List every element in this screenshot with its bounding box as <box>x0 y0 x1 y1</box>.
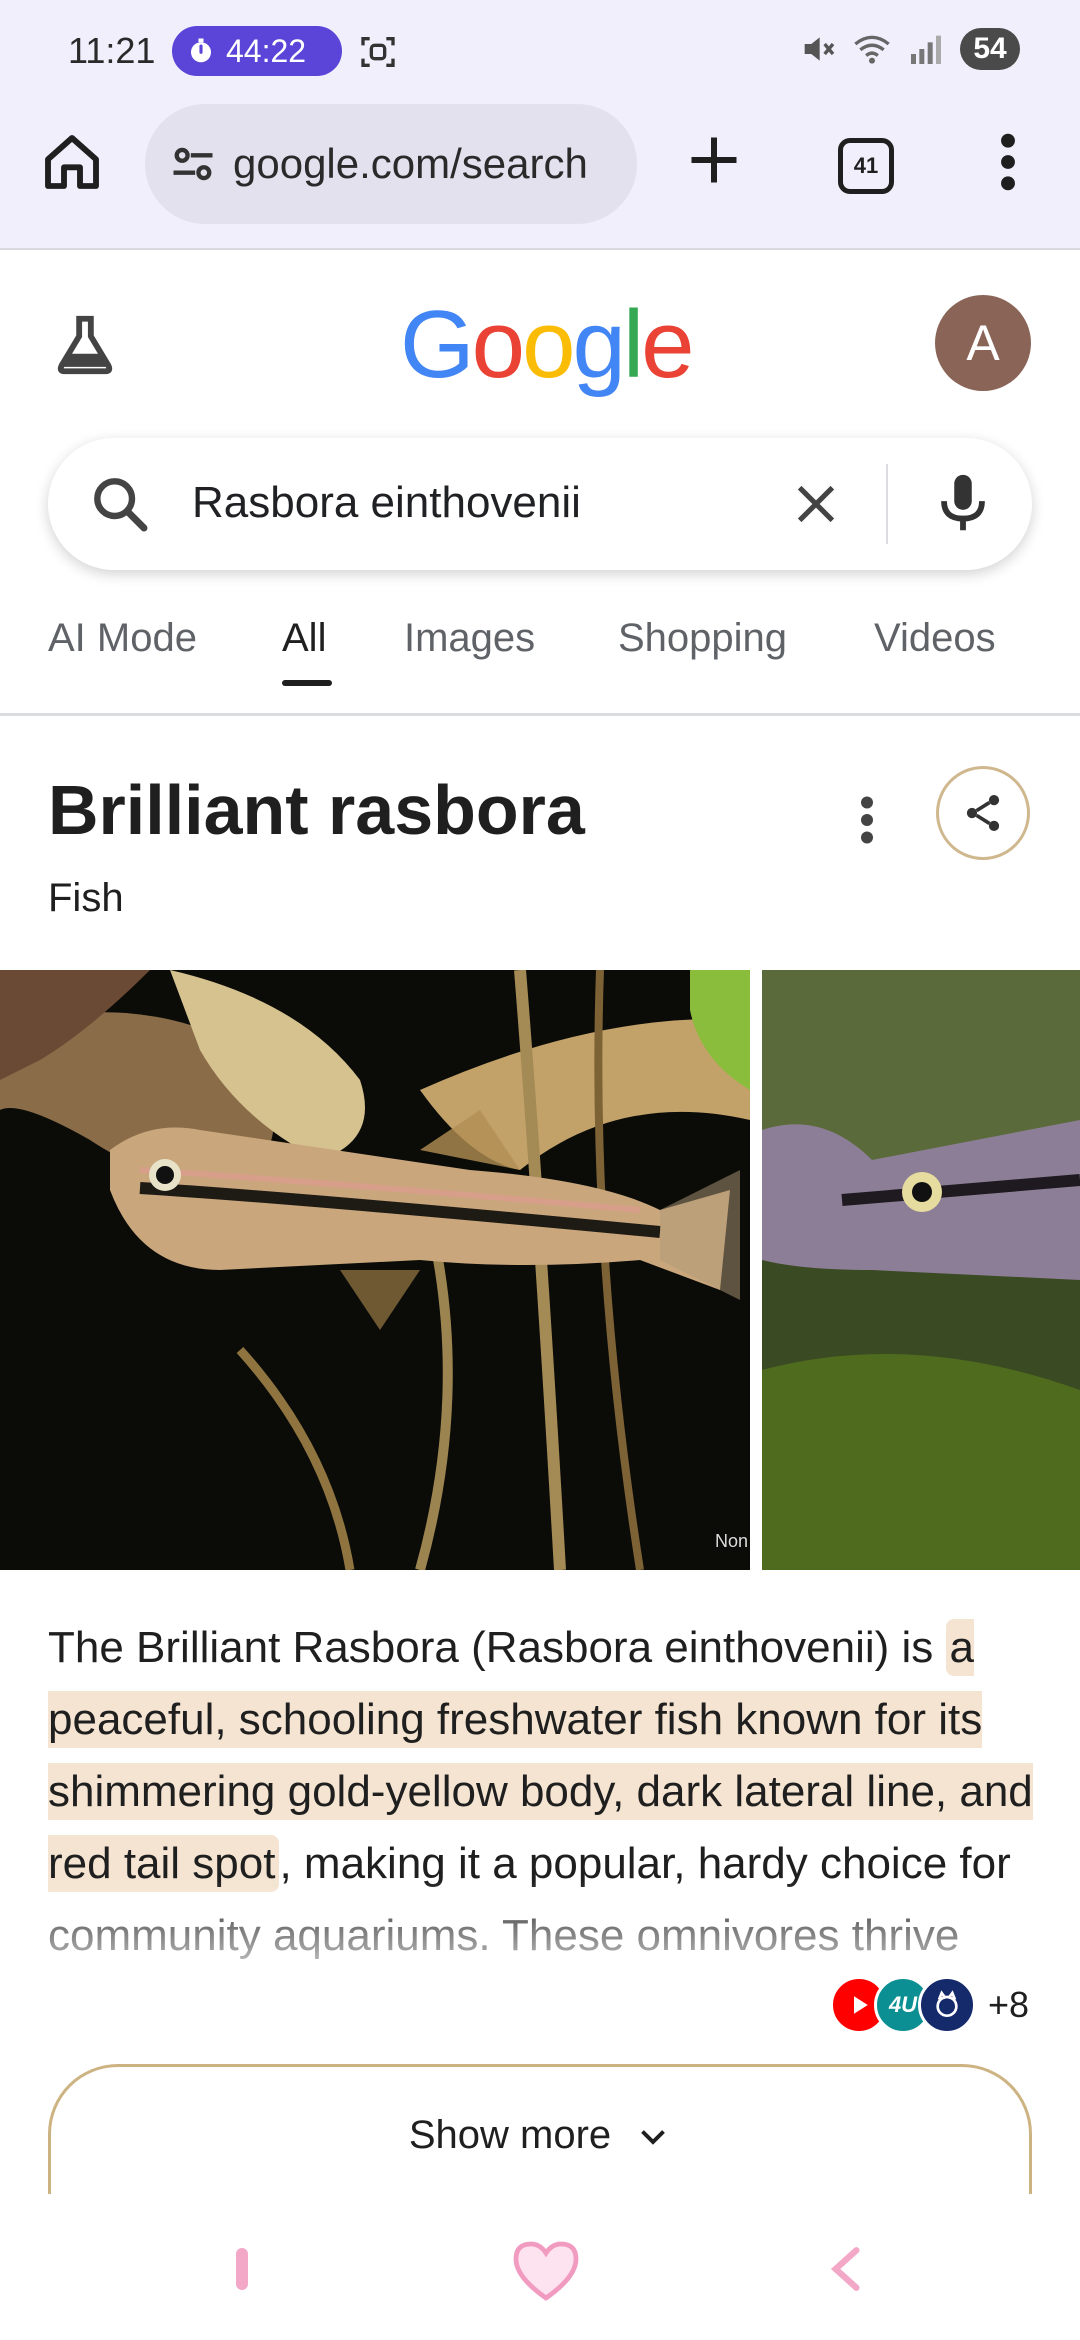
logo-letter: o <box>471 291 525 398</box>
google-header: Google A <box>0 250 1080 430</box>
search-divider <box>886 464 888 544</box>
search-icon[interactable] <box>88 472 152 536</box>
logo-letter: o <box>522 291 575 398</box>
new-tab-button[interactable] <box>684 130 744 190</box>
description-intro: The Brilliant Rasbora (Rasbora einthoven… <box>48 1623 946 1672</box>
timer-chip[interactable]: 44:22 <box>172 26 342 76</box>
knowledge-panel-subtitle: Fish <box>48 876 124 920</box>
system-icons: 54 <box>798 28 1020 70</box>
more-sources-count: +8 <box>988 1984 1030 2025</box>
status-time: 11:21 <box>68 30 156 71</box>
signal-icon <box>911 35 941 64</box>
share-icon <box>966 795 1000 831</box>
screen-record-icon <box>361 37 395 67</box>
account-avatar[interactable]: A <box>935 295 1031 391</box>
tab-videos[interactable]: Videos <box>874 616 996 661</box>
active-tab-indicator <box>282 680 332 686</box>
home-button[interactable] <box>40 130 104 194</box>
clear-search-icon[interactable] <box>788 476 844 532</box>
play-icon <box>854 1996 868 2014</box>
microphone-icon[interactable] <box>928 468 998 540</box>
chevron-down-icon <box>641 2129 666 2145</box>
education-icon <box>918 1976 976 2034</box>
logo-letter: l <box>622 291 644 398</box>
search-tabs: AI Mode All Images Shopping Videos <box>0 600 1080 716</box>
search-input[interactable]: Rasbora einthovenii <box>192 478 581 528</box>
source-icons[interactable]: 4U +8 <box>830 1976 1029 2034</box>
tab-all[interactable]: All <box>282 616 326 661</box>
share-button[interactable] <box>936 766 1030 860</box>
wifi-icon <box>854 35 890 64</box>
timer-value: 44:22 <box>226 32 307 69</box>
more-menu-icon[interactable] <box>990 130 1026 194</box>
logo-letter: e <box>641 291 694 398</box>
heart-home-icon[interactable] <box>510 2238 582 2304</box>
tab-images[interactable]: Images <box>404 616 535 661</box>
system-nav-bar <box>0 2194 1080 2340</box>
browser-chrome: 11:21 44:22 54 google.com/search 41 <box>0 0 1080 250</box>
fish-photo-illustration-2 <box>762 970 1080 1570</box>
stopwatch-icon <box>191 38 211 63</box>
site-settings-icon[interactable] <box>167 138 219 190</box>
logo-letter: g <box>572 291 625 398</box>
fish-photo-secondary[interactable] <box>762 970 1080 1570</box>
url-text: google.com/search <box>233 140 588 187</box>
tab-ai-mode[interactable]: AI Mode <box>48 616 197 661</box>
labs-flask-icon[interactable] <box>50 310 120 380</box>
show-more-button[interactable]: Show more <box>48 2064 1032 2204</box>
image-credit: Non <box>714 1531 748 1551</box>
status-bar: 11:21 44:22 54 <box>0 0 1080 100</box>
browser-toolbar: google.com/search 41 <box>0 100 1080 240</box>
fish-photo-main[interactable]: Non <box>0 970 750 1570</box>
search-box[interactable]: Rasbora einthovenii <box>48 438 1032 570</box>
fish-photo-illustration <box>0 970 750 1570</box>
mute-icon <box>804 37 835 61</box>
back-chevron-icon[interactable] <box>826 2244 866 2294</box>
tab-shopping[interactable]: Shopping <box>618 616 787 661</box>
address-bar[interactable]: google.com/search <box>145 104 637 224</box>
google-logo[interactable]: Google <box>400 290 695 400</box>
panel-more-options-icon[interactable] <box>845 790 889 850</box>
recents-button[interactable] <box>236 2248 248 2290</box>
show-more-label: Show more <box>408 2113 612 2157</box>
battery-indicator: 54 <box>960 28 1020 70</box>
mascot-icon <box>936 1990 958 2017</box>
knowledge-panel-title: Brilliant rasbora <box>48 771 585 849</box>
logo-letter: G <box>400 291 475 398</box>
tab-switcher-button[interactable]: 41 <box>838 138 894 194</box>
